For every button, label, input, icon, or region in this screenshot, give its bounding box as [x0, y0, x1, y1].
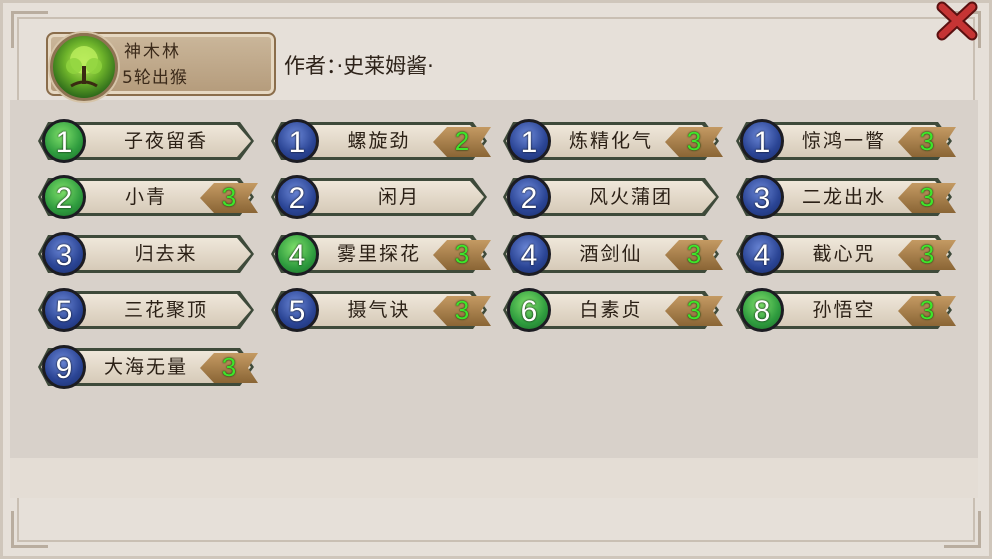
skill-name: 螺旋劲: [347, 130, 411, 152]
skill-name: 截心咒: [812, 243, 876, 265]
star-level-number: 3: [454, 239, 470, 269]
skill-card[interactable]: 摄气诀 3 5: [271, 288, 491, 332]
round-number-badge: 9: [42, 345, 86, 389]
skill-name: 惊鸿一瞥: [801, 130, 886, 152]
star-level-number: 2: [454, 126, 470, 156]
round-number-badge: 5: [275, 288, 319, 332]
round-number-badge: 3: [42, 232, 86, 276]
close-x-icon: [936, 1, 978, 41]
skill-card[interactable]: 螺旋劲 2 1: [271, 119, 491, 163]
round-number-badge: 1: [507, 119, 551, 163]
star-level-number: 3: [686, 295, 702, 325]
star-level-number: 3: [686, 126, 702, 156]
skill-name: 小青: [124, 186, 167, 208]
skill-name: 雾里探花: [336, 243, 421, 265]
round-number-badge: 2: [507, 175, 551, 219]
round-number-badge: 3: [740, 175, 784, 219]
skill-name: 炼精化气: [568, 130, 653, 152]
skill-card[interactable]: 孙悟空 3 8: [736, 288, 956, 332]
corner-ornament: [11, 11, 48, 48]
round-number-badge: 4: [275, 232, 319, 276]
skill-name: 白素贞: [579, 299, 643, 321]
skill-card[interactable]: 惊鸿一瞥 3 1: [736, 119, 956, 163]
corner-ornament: [944, 511, 981, 548]
level-subtitle: 5轮出猴: [122, 68, 188, 88]
skill-name: 摄气诀: [347, 299, 411, 321]
skill-name: 闲月: [377, 186, 420, 208]
skill-card[interactable]: 截心咒 3 4: [736, 232, 956, 276]
star-level-number: 3: [454, 295, 470, 325]
round-number-badge: 8: [740, 288, 784, 332]
star-level-number: 3: [919, 182, 935, 212]
skill-card[interactable]: 雾里探花 3 4: [271, 232, 491, 276]
star-level-number: 3: [221, 352, 237, 382]
skill-name: 子夜留香: [123, 130, 208, 152]
skill-name: 风火蒲团: [588, 186, 673, 208]
skill-name: 归去来: [134, 243, 198, 265]
skill-name: 二龙出水: [801, 186, 886, 208]
skill-card[interactable]: 白素贞 3 6: [503, 288, 723, 332]
skill-name: 酒剑仙: [579, 243, 643, 265]
skill-card[interactable]: 二龙出水 3 3: [736, 175, 956, 219]
skill-card[interactable]: 酒剑仙 3 4: [503, 232, 723, 276]
close-button[interactable]: [934, 0, 980, 42]
star-level-number: 3: [686, 239, 702, 269]
round-number-badge: 2: [275, 175, 319, 219]
corner-ornament: [11, 511, 48, 548]
skill-card[interactable]: 风火蒲团 2: [503, 175, 723, 219]
skill-card[interactable]: 子夜留香 1: [38, 119, 258, 163]
skill-card[interactable]: 三花聚顶 5: [38, 288, 258, 332]
star-level-number: 3: [919, 126, 935, 156]
author-line: 作者：·史莱姆酱·: [284, 54, 434, 78]
round-number-badge: 6: [507, 288, 551, 332]
round-number-badge: 5: [42, 288, 86, 332]
tree-orb-icon: [50, 33, 118, 101]
bottom-strip: [10, 458, 978, 498]
skill-card[interactable]: 大海无量 3 9: [38, 345, 258, 389]
round-number-badge: 4: [740, 232, 784, 276]
round-number-badge: 2: [42, 175, 86, 219]
star-level-number: 3: [919, 239, 935, 269]
skill-name: 三花聚顶: [123, 299, 208, 321]
skill-card[interactable]: 闲月 2: [271, 175, 491, 219]
skill-card[interactable]: 归去来 3: [38, 232, 258, 276]
round-number-badge: 4: [507, 232, 551, 276]
skill-card[interactable]: 炼精化气 3 1: [503, 119, 723, 163]
star-level-number: 3: [919, 295, 935, 325]
skill-name: 大海无量: [103, 356, 188, 378]
star-level-number: 3: [221, 182, 237, 212]
round-number-badge: 1: [740, 119, 784, 163]
round-number-badge: 1: [275, 119, 319, 163]
round-number-badge: 1: [42, 119, 86, 163]
skill-card[interactable]: 小青 3 2: [38, 175, 258, 219]
level-name: 神木林: [124, 42, 181, 62]
skill-name: 孙悟空: [812, 299, 876, 321]
